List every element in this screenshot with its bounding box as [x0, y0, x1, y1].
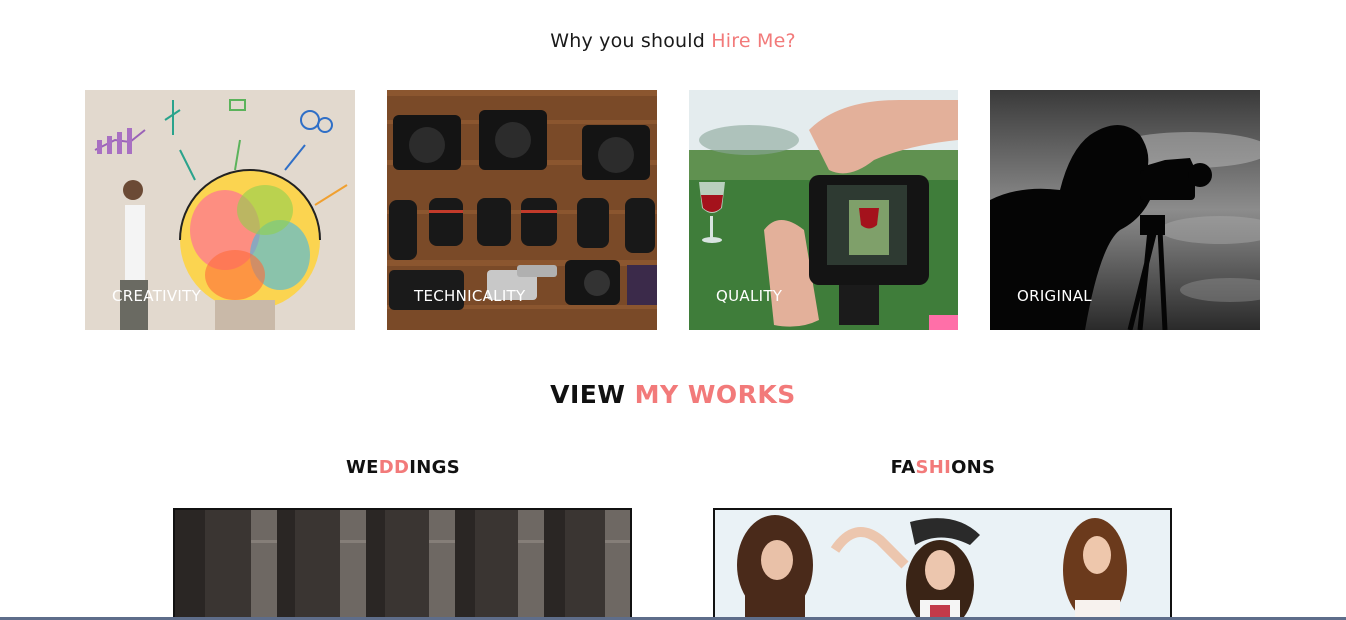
fashions-heading: FASHIONS	[713, 457, 1173, 478]
feature-card-original[interactable]: ORIGINAL	[990, 90, 1260, 330]
weddings-part2: DD	[378, 457, 410, 478]
fashions-part2: SHI	[915, 457, 952, 478]
view-my-works-heading: VIEW MY WORKS	[0, 380, 1346, 409]
feature-card-creativity[interactable]: CREATIVITY	[85, 90, 355, 330]
weddings-thumbnail[interactable]	[173, 508, 632, 620]
weddings-heading: WEDDINGS	[173, 457, 633, 478]
hire-me-heading: Why you should Hire Me?	[0, 30, 1346, 52]
feature-label: QUALITY	[716, 287, 783, 305]
feature-label: ORIGINAL	[1017, 287, 1092, 305]
weddings-part3: INGS	[409, 457, 460, 478]
fashions-part3: ONS	[951, 457, 996, 478]
feature-label: TECHNICALITY	[414, 287, 526, 305]
feature-label: CREATIVITY	[112, 287, 202, 305]
fashions-thumbnail[interactable]	[713, 508, 1172, 620]
hire-heading-accent: Hire Me?	[711, 30, 796, 52]
feature-card-technicality[interactable]: TECHNICALITY	[387, 90, 657, 330]
weddings-part1: WE	[346, 457, 379, 478]
fashions-part1: FA	[890, 457, 916, 478]
hire-heading-prefix: Why you should	[550, 30, 712, 52]
works-heading-accent: MY WORKS	[634, 380, 796, 409]
weddings-image	[175, 510, 630, 620]
fashions-image	[715, 510, 1170, 620]
works-heading-prefix: VIEW	[550, 380, 635, 409]
feature-card-quality[interactable]: QUALITY	[689, 90, 959, 330]
